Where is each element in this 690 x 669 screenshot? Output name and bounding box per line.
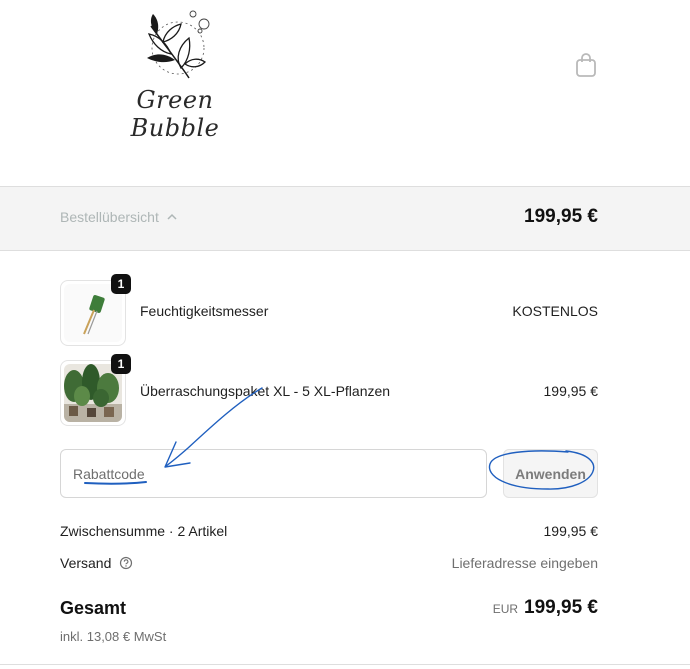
chevron-up-icon [167, 213, 177, 220]
item-price: KOSTENLOS [512, 303, 598, 319]
shopping-bag-icon[interactable] [574, 52, 598, 78]
item-name: Feuchtigkeitsmesser [140, 303, 269, 319]
product-thumbnail: 1 [60, 354, 131, 426]
quantity-badge: 1 [111, 274, 131, 294]
discount-code-placeholder: Rabattcode [73, 466, 145, 482]
brand-name: Green Bubble [130, 86, 220, 142]
item-name: Überraschungspaket XL - 5 XL-Pflanzen [140, 383, 391, 399]
quantity-badge: 1 [111, 354, 131, 374]
total-amount: EUR 199,95 € [493, 597, 598, 619]
subtotal-row: Zwischensumme · 2 Artikel 199,95 € [60, 523, 598, 539]
line-item: 1 Überraschungspaket XL - 5 XL-Pflanzen … [60, 354, 599, 426]
question-circle-icon[interactable] [119, 556, 133, 570]
shipping-label: Versand [60, 555, 112, 571]
brand-logo[interactable]: Green Bubble [105, 8, 245, 142]
currency-code: EUR [492, 602, 519, 616]
item-price: 199,95 € [543, 383, 599, 399]
plant-branch-logo [147, 10, 210, 79]
discount-code-input[interactable]: Rabattcode [60, 449, 487, 498]
line-item: 1 Feuchtigkeitsmesser KOSTENLOS [60, 274, 598, 346]
apply-discount-button[interactable]: Anwenden [503, 449, 598, 498]
subtotal-value: 199,95 € [543, 523, 599, 539]
total-value: 199,95 € [524, 597, 598, 618]
divider [0, 664, 690, 665]
order-summary-label: Bestellübersicht [60, 209, 159, 225]
header: Green Bubble [0, 0, 690, 186]
shipping-value: Lieferadresse eingeben [451, 555, 598, 571]
total-label: Gesamt [60, 598, 127, 618]
order-summary-toggle[interactable]: Bestellübersicht [60, 209, 177, 225]
summary-total: 199,95 € [524, 206, 598, 227]
shipping-row: Versand Lieferadresse eingeben [60, 555, 598, 571]
tax-note: inkl. 13,08 € MwSt [60, 629, 167, 644]
subtotal-label: Zwischensumme · 2 Artikel [60, 523, 228, 539]
product-thumbnail: 1 [60, 274, 131, 346]
order-summary-bar[interactable]: Bestellübersicht 199,95 € [0, 186, 690, 251]
